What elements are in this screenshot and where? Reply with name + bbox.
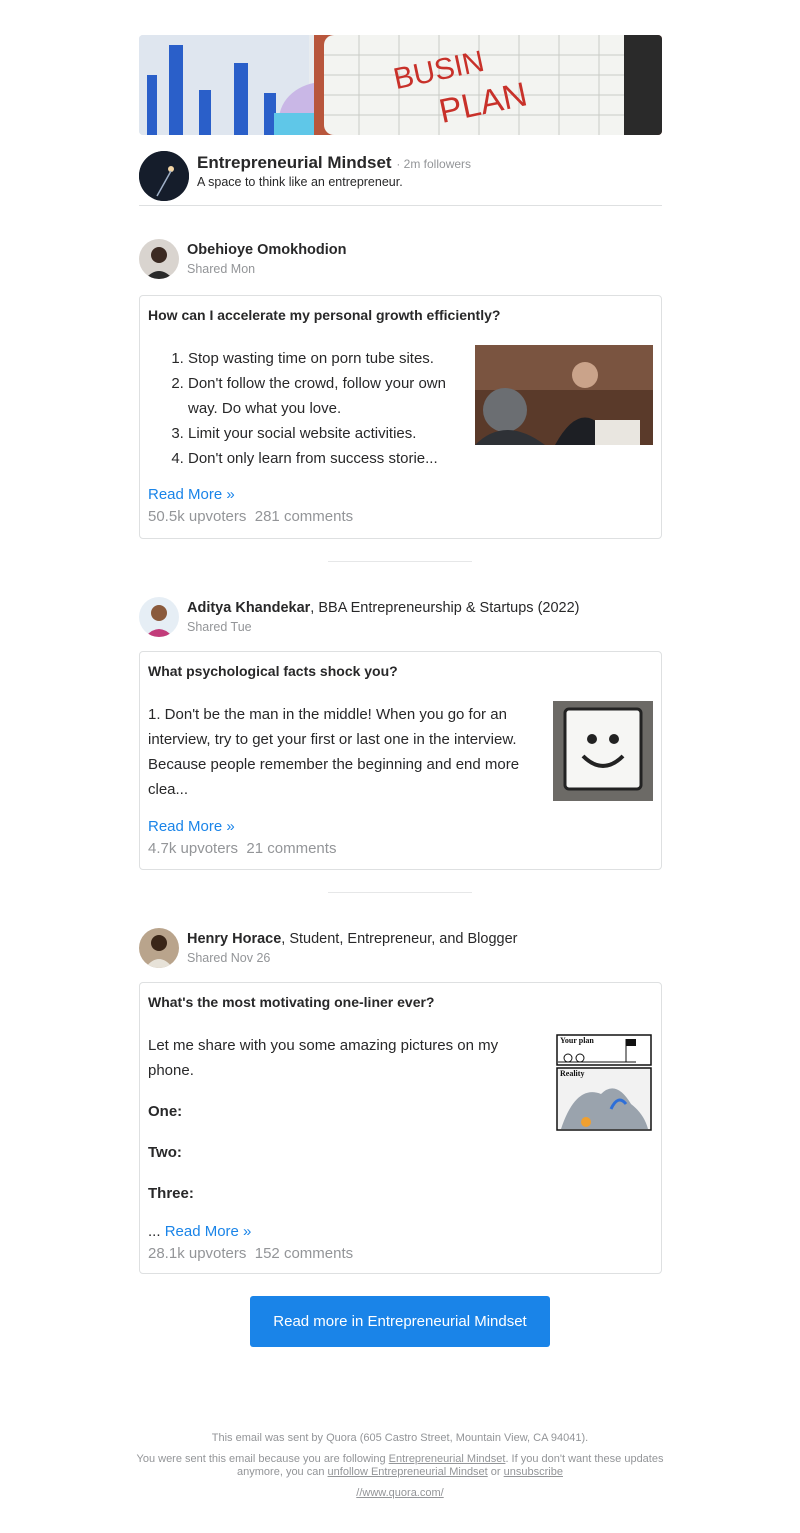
post-card: How can I accelerate my personal growth … [139, 295, 662, 539]
read-more-row: Read More » [148, 818, 235, 836]
list-item: Limit your social website activities. [188, 421, 468, 446]
answer-text: Let me share with you some amazing pictu… [148, 1037, 499, 1079]
space-description: A space to think like an entrepreneur. [197, 175, 403, 189]
footer-reason: You were sent this email because you are… [120, 1453, 680, 1479]
answer-item: Three: [148, 1185, 194, 1202]
shared-time: Shared Nov 26 [187, 951, 271, 965]
post-stats: 50.5k upvoters 281 comments [148, 508, 353, 525]
read-more-link[interactable]: Read More » [165, 1223, 252, 1240]
comments-count[interactable]: 281 comments [255, 508, 353, 525]
post-author: Henry Horace, Student, Entrepreneur, and… [139, 928, 662, 970]
answer-thumbnail[interactable]: Your plan Reality [556, 1034, 652, 1131]
space-name[interactable]: Entrepreneurial Mindset · 2m followers [197, 153, 471, 173]
space-banner-image[interactable]: BUSIN PLAN [139, 35, 662, 135]
author-credential: , BBA Entrepreneurship & Startups (2022) [310, 600, 580, 616]
divider [328, 561, 472, 562]
read-more-row: ... Read More » [148, 1223, 251, 1240]
post-stats: 28.1k upvoters 152 comments [148, 1245, 353, 1262]
author-name[interactable]: Henry Horace, Student, Entrepreneur, and… [187, 931, 518, 947]
answer-item: Two: [148, 1144, 182, 1161]
comments-count[interactable]: 152 comments [255, 1245, 353, 1262]
post-card: What's the most motivating one-liner eve… [139, 982, 662, 1274]
space-header: Entrepreneurial Mindset · 2m followers A… [139, 151, 662, 206]
footer-or: or [487, 1466, 504, 1478]
read-more-link[interactable]: Read More » [148, 486, 235, 503]
footer-space-link[interactable]: Entrepreneurial Mindset [389, 1453, 506, 1465]
answer-excerpt: Let me share with you some amazing pictu… [148, 1033, 528, 1206]
read-more-link[interactable]: Read More » [148, 818, 235, 835]
answer-thumbnail[interactable] [553, 701, 653, 801]
space-avatar[interactable] [139, 151, 189, 201]
thumb-label-2: Reality [560, 1069, 584, 1078]
answer-thumbnail[interactable] [475, 345, 653, 445]
post-card: What psychological facts shock you? 1. D… [139, 651, 662, 870]
unfollow-link[interactable]: unfollow Entrepreneurial Mindset [328, 1466, 488, 1478]
read-more-row: Read More » [148, 486, 235, 504]
post-stats: 4.7k upvoters 21 comments [148, 840, 336, 857]
answer-excerpt: 1. Don't be the man in the middle! When … [148, 706, 520, 798]
post-author: Aditya Khandekar, BBA Entrepreneurship &… [139, 597, 662, 639]
footer-url-row: //www.quora.com/ [100, 1487, 700, 1500]
ellipsis: ... [148, 1223, 161, 1240]
question-title[interactable]: What's the most motivating one-liner eve… [148, 994, 434, 1010]
shared-time: Shared Mon [187, 262, 256, 276]
avatar[interactable] [139, 928, 179, 968]
avatar[interactable] [139, 597, 179, 637]
list-item: Don't follow the crowd, follow your own … [188, 371, 468, 421]
author-name[interactable]: Obehioye Omokhodion [187, 242, 347, 258]
question-title[interactable]: How can I accelerate my personal growth … [148, 307, 500, 323]
read-more-in-space-button[interactable]: Read more in Entrepreneurial Mindset [250, 1296, 550, 1347]
footer-sender: This email was sent by Quora (605 Castro… [211, 1432, 589, 1444]
upvoters-count[interactable]: 50.5k upvoters [148, 508, 246, 525]
space-followers: · 2m followers [396, 157, 472, 171]
shared-time: Shared Tue [187, 620, 252, 634]
question-title[interactable]: What psychological facts shock you? [148, 663, 398, 679]
footer-reason-text: You were sent this email because you are… [136, 1453, 389, 1465]
list-item: Stop wasting time on porn tube sites. [188, 346, 468, 371]
thumb-label-1: Your plan [560, 1036, 594, 1045]
answer-item: One: [148, 1103, 183, 1120]
avatar[interactable] [139, 239, 179, 279]
post-author: Obehioye Omokhodion Shared Mon [139, 239, 662, 281]
upvoters-count[interactable]: 28.1k upvoters [148, 1245, 246, 1262]
unsubscribe-link[interactable]: unsubscribe [504, 1466, 563, 1478]
upvoters-count[interactable]: 4.7k upvoters [148, 840, 238, 857]
comments-count[interactable]: 21 comments [246, 840, 336, 857]
divider [328, 892, 472, 893]
quora-url-link[interactable]: //www.quora.com/ [356, 1487, 443, 1499]
answer-excerpt: Stop wasting time on porn tube sites. Do… [148, 346, 468, 471]
author-name[interactable]: Aditya Khandekar, BBA Entrepreneurship &… [187, 600, 580, 616]
author-credential: , Student, Entrepreneur, and Blogger [281, 931, 518, 947]
list-item: Don't only learn from success storie... [188, 446, 468, 471]
